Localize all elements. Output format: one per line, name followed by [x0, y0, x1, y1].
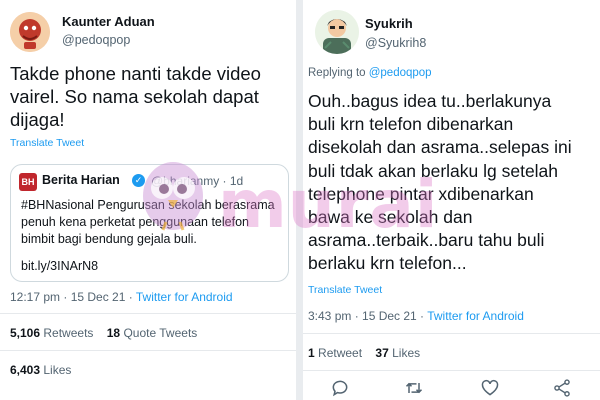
likes-label[interactable]: Likes [392, 346, 420, 360]
author-name[interactable]: Syukrih [365, 16, 413, 31]
engagement-stats: 5,106 Retweets 18 Quote Tweets [10, 326, 197, 340]
tweet-text-line: buli krn telefon dibenarkan [308, 114, 514, 135]
tweet-timestamp: 3:43 pm · 15 Dec 21 · Twitter for Androi… [308, 309, 524, 323]
likes-count[interactable]: 6,403 [10, 363, 40, 377]
share-icon[interactable] [552, 378, 574, 398]
replying-to-prefix: Replying to [308, 67, 369, 79]
replying-to-mention[interactable]: @pedoqpop [369, 67, 432, 79]
tweet-text-line: buli tdak akan berlaku lg setelah [308, 160, 559, 181]
quote-link[interactable]: bit.ly/3INArN8 [21, 259, 98, 273]
retweets-count[interactable]: 1 [308, 346, 315, 360]
avatar[interactable] [10, 12, 50, 52]
avatar[interactable] [315, 10, 359, 54]
replying-to: Replying to @pedoqpop [308, 67, 432, 79]
divider [0, 313, 296, 314]
translate-tweet-link[interactable]: Translate Tweet [308, 284, 382, 296]
tweet-text-line: Ouh..bagus idea tu..berlakunya [308, 91, 552, 111]
retweets-label[interactable]: Retweet [318, 346, 362, 360]
quote-text-line: penuh kena perketat penggunaan telefon [21, 215, 249, 229]
divider [303, 333, 600, 334]
tweet-text-line: asrama..terbaik..baru tahu buli [308, 230, 545, 251]
verified-badge-icon: ✓ [132, 174, 145, 187]
retweets-label[interactable]: Retweets [43, 326, 93, 340]
author-name[interactable]: Kaunter Aduan [62, 14, 155, 29]
left-tweet-panel: Kaunter Aduan @pedoqpop Takde phone nant… [0, 0, 296, 400]
tweet-text: Ouh..bagus idea tu..berlakunya buli krn … [308, 90, 598, 276]
tweet-text: Takde phone nanti takde video vairel. So… [10, 62, 290, 131]
source-link[interactable]: Twitter for Android [427, 309, 524, 323]
divider [303, 370, 600, 371]
right-tweet-panel: Syukrih @Syukrih8 Replying to @pedoqpop … [303, 0, 600, 400]
likes-stats: 6,403 Likes [10, 363, 71, 377]
tweet-text-line: dijaga! [10, 109, 65, 130]
timestamp-text[interactable]: 3:43 pm · 15 Dec 21 · [308, 309, 427, 323]
quote-text: #BHNasional Pengurusan sekolah berasrama… [21, 197, 283, 248]
quote-tweet-card[interactable]: BH Berita Harian ✓ @bharianmy · 1d #BHNa… [10, 164, 289, 282]
tweet-timestamp: 12:17 pm · 15 Dec 21 · Twitter for Andro… [10, 290, 233, 304]
tweet-text-line: vairel. So nama sekolah dapat [10, 86, 259, 107]
quote-author-handle: @bharianmy · 1d [151, 174, 244, 188]
quote-text-line: bimbit bagi bendung gejala buli. [21, 232, 197, 246]
author-handle[interactable]: @Syukrih8 [365, 36, 426, 50]
divider [0, 350, 296, 351]
tweet-text-line: disekolah dan asrama..selepas ini [308, 137, 572, 158]
source-link[interactable]: Twitter for Android [136, 290, 233, 304]
quote-tweets-label[interactable]: Quote Tweets [123, 326, 197, 340]
quote-text-line: #BHNasional Pengurusan sekolah berasrama [21, 198, 275, 212]
engagement-stats: 1 Retweet 37 Likes [308, 346, 420, 360]
author-handle[interactable]: @pedoqpop [62, 33, 130, 47]
likes-label[interactable]: Likes [43, 363, 71, 377]
tweet-text-line: Takde phone nanti takde video [10, 63, 261, 84]
tweet-text-line: bawa ke sekolah dan [308, 207, 473, 228]
quote-tweets-count[interactable]: 18 [107, 326, 120, 340]
likes-count[interactable]: 37 [375, 346, 388, 360]
translate-tweet-link[interactable]: Translate Tweet [10, 137, 84, 149]
quote-author-logo: BH [19, 173, 37, 191]
reply-icon[interactable] [330, 378, 352, 398]
quote-author-name: Berita Harian [42, 173, 120, 187]
retweet-icon[interactable] [404, 378, 426, 398]
timestamp-text[interactable]: 12:17 pm · 15 Dec 21 · [10, 290, 136, 304]
tweet-action-bar [330, 378, 588, 398]
retweets-count[interactable]: 5,106 [10, 326, 40, 340]
tweet-text-line: berlaku krn telefon... [308, 253, 467, 274]
tweet-text-line: telephone pintar xdibenarkan [308, 183, 534, 204]
like-icon[interactable] [480, 378, 502, 398]
